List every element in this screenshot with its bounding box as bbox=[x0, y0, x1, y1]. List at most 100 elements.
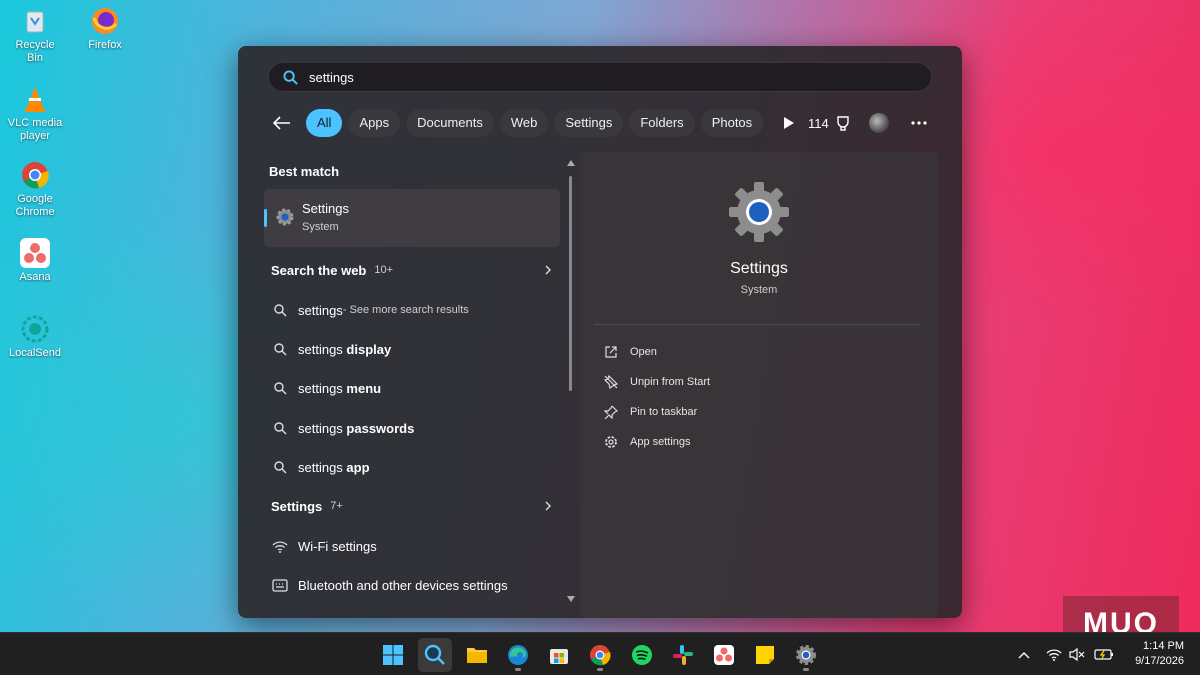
search-icon bbox=[424, 644, 445, 665]
search-icon bbox=[272, 302, 288, 318]
desktop-icon-recycle-bin[interactable]: Recycle Bin bbox=[6, 6, 64, 65]
wifi-icon bbox=[272, 538, 288, 554]
preview-subtitle: System bbox=[740, 284, 778, 296]
rewards-trophy-icon[interactable] bbox=[835, 115, 851, 131]
taskbar-asana[interactable] bbox=[707, 638, 741, 672]
filter-chip-photos[interactable]: Photos bbox=[700, 109, 764, 137]
volume-muted-icon[interactable] bbox=[1069, 648, 1085, 661]
open-external-icon bbox=[605, 346, 617, 358]
preview-divider bbox=[594, 324, 920, 325]
selection-indicator bbox=[264, 209, 267, 227]
web-result-bold: display bbox=[346, 341, 392, 357]
filter-chip-web[interactable]: Web bbox=[499, 109, 549, 137]
web-result-item[interactable]: settings menu bbox=[272, 373, 560, 403]
settings-result-item[interactable]: Wi-Fi settings bbox=[272, 531, 560, 561]
spotify-icon bbox=[632, 645, 652, 665]
taskbar-edge[interactable] bbox=[501, 638, 535, 672]
windows-logo-icon bbox=[383, 645, 403, 665]
settings-gear-icon bbox=[796, 645, 816, 665]
back-button[interactable] bbox=[268, 109, 296, 137]
web-result-text: settings bbox=[298, 459, 347, 475]
wifi-icon[interactable] bbox=[1046, 648, 1062, 661]
settings-gear-icon bbox=[276, 208, 294, 226]
start-button[interactable] bbox=[376, 638, 410, 672]
preview-title: Settings bbox=[730, 260, 788, 277]
taskbar-clock[interactable]: 1:14 PM 9/17/2026 bbox=[1135, 639, 1184, 669]
results-list: Best match Settings System Search the we… bbox=[264, 151, 564, 611]
web-result-suffix: - See more search results bbox=[342, 304, 469, 316]
chrome-icon bbox=[20, 160, 50, 190]
clock-date: 9/17/2026 bbox=[1135, 655, 1184, 667]
action-unpin-start[interactable]: Unpin from Start bbox=[604, 372, 710, 392]
scrollbar-thumb[interactable] bbox=[569, 176, 572, 391]
action-pin-taskbar[interactable]: Pin to taskbar bbox=[604, 402, 697, 422]
filter-chip-all[interactable]: All bbox=[306, 109, 343, 137]
chevron-up-icon[interactable] bbox=[1018, 651, 1030, 659]
taskbar-settings[interactable] bbox=[789, 638, 823, 672]
desktop-icon-label: LocalSend bbox=[9, 347, 61, 359]
search-web-heading: Search the web bbox=[271, 262, 367, 278]
folder-icon bbox=[467, 648, 487, 663]
scroll-down-icon[interactable] bbox=[567, 596, 575, 602]
desktop-icon-chrome[interactable]: Google Chrome bbox=[6, 160, 64, 219]
best-match-title: Settings bbox=[302, 201, 349, 216]
more-options-icon[interactable] bbox=[911, 121, 927, 125]
settings-section-header[interactable]: Settings 7+ bbox=[271, 491, 559, 521]
taskbar-store[interactable] bbox=[542, 638, 576, 672]
action-label: App settings bbox=[630, 436, 691, 448]
taskbar-search-button[interactable] bbox=[418, 638, 452, 672]
results-scrollbar[interactable] bbox=[567, 160, 575, 602]
web-result-text: settings bbox=[298, 302, 343, 318]
settings-result-item[interactable]: Bluetooth and other devices settings bbox=[272, 570, 560, 600]
web-result-text: settings bbox=[298, 420, 347, 436]
asana-icon bbox=[714, 645, 734, 665]
settings-gear-large-icon bbox=[729, 182, 789, 242]
best-match-item[interactable]: Settings System bbox=[264, 189, 560, 247]
rewards-points: 114 bbox=[808, 115, 829, 131]
settings-result-text: Wi-Fi settings bbox=[298, 538, 377, 554]
taskbar-slack[interactable] bbox=[666, 638, 700, 672]
filter-chip-folders[interactable]: Folders bbox=[629, 109, 695, 137]
search-input[interactable] bbox=[309, 63, 909, 91]
preview-pane: Settings System Open Unpin from Start Pi… bbox=[580, 152, 938, 618]
web-result-item[interactable]: settings passwords bbox=[272, 413, 560, 443]
settings-heading: Settings bbox=[271, 498, 323, 514]
running-indicator bbox=[803, 668, 809, 671]
filter-chip-documents[interactable]: Documents bbox=[406, 109, 494, 137]
asana-icon bbox=[20, 238, 50, 268]
filter-chip-settings[interactable]: Settings bbox=[554, 109, 624, 137]
best-match-heading: Best match bbox=[269, 164, 340, 179]
desktop-icon-vlc[interactable]: VLC media player bbox=[6, 84, 64, 143]
taskbar-chrome[interactable] bbox=[583, 638, 617, 672]
search-web-count: 10+ bbox=[374, 264, 394, 276]
desktop-icon-asana[interactable]: Asana bbox=[6, 238, 64, 284]
search-box[interactable] bbox=[268, 62, 932, 92]
search-web-header[interactable]: Search the web 10+ bbox=[271, 255, 559, 285]
arrow-left-icon bbox=[273, 116, 290, 130]
web-result-item[interactable]: settings display bbox=[272, 334, 560, 364]
firefox-icon bbox=[90, 6, 120, 36]
desktop-icon-label: Firefox bbox=[88, 39, 122, 51]
web-result-item[interactable]: settings app bbox=[272, 452, 560, 482]
settings-result-text: Bluetooth and other devices settings bbox=[298, 577, 508, 593]
web-result-item[interactable]: settings - See more search results bbox=[272, 295, 560, 325]
taskbar-sticky-notes[interactable] bbox=[748, 638, 782, 672]
battery-charging-icon[interactable] bbox=[1094, 648, 1114, 661]
desktop-icon-firefox[interactable]: Firefox bbox=[76, 6, 134, 52]
filter-chip-apps[interactable]: Apps bbox=[348, 109, 401, 137]
taskbar-spotify[interactable] bbox=[625, 638, 659, 672]
more-filters-button[interactable] bbox=[775, 109, 803, 137]
store-icon bbox=[550, 649, 568, 664]
user-avatar[interactable] bbox=[868, 113, 889, 133]
localsend-icon bbox=[20, 314, 50, 344]
search-icon bbox=[272, 380, 288, 396]
scroll-up-icon[interactable] bbox=[567, 160, 575, 166]
action-open[interactable]: Open bbox=[604, 342, 657, 362]
taskbar-file-explorer[interactable] bbox=[460, 638, 494, 672]
action-label: Open bbox=[630, 346, 657, 358]
sticky-notes-icon bbox=[756, 646, 774, 664]
action-app-settings[interactable]: App settings bbox=[604, 432, 691, 452]
slack-icon bbox=[673, 645, 693, 665]
chrome-icon bbox=[590, 645, 611, 666]
desktop-icon-localsend[interactable]: LocalSend bbox=[6, 314, 64, 360]
